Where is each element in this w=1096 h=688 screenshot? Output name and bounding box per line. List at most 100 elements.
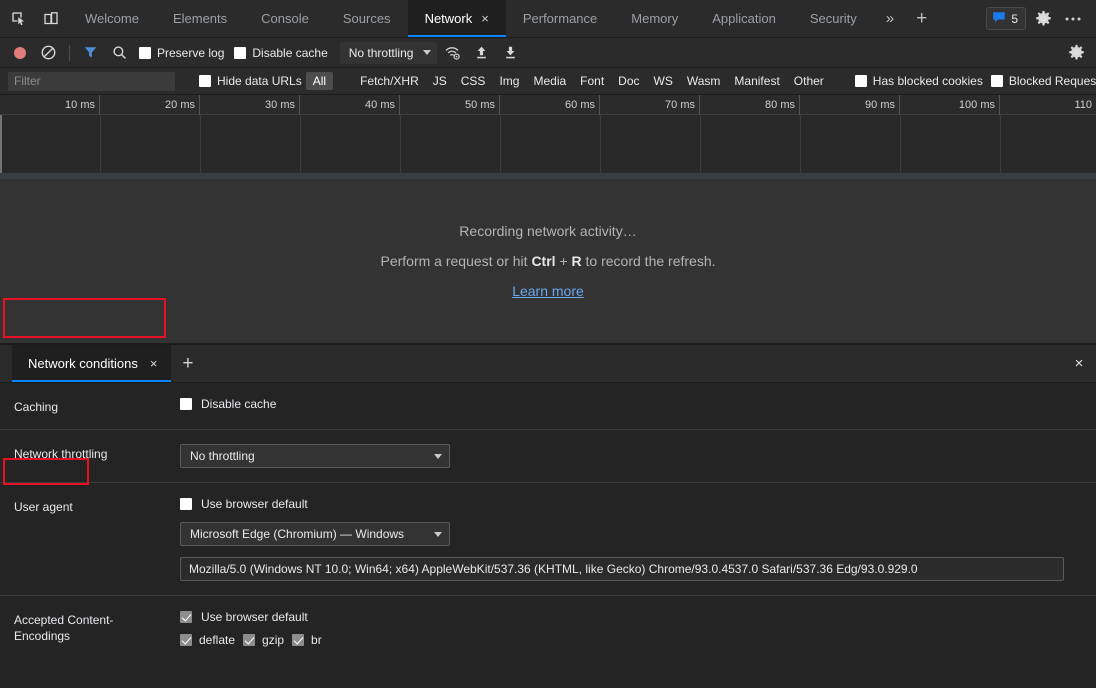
inspect-element-icon[interactable]: [6, 6, 32, 32]
network-toolbar: Preserve log Disable cache No throttling: [0, 38, 1096, 68]
disable-cache-label: Disable cache: [252, 46, 327, 60]
tab-network[interactable]: Network ×: [408, 0, 506, 37]
checkbox-box: [234, 47, 246, 59]
ruler-tick: 90 ms: [800, 95, 900, 115]
ruler-tick: 110: [1000, 95, 1096, 115]
caching-control: Disable cache: [180, 397, 1096, 415]
overview-left-handle[interactable]: [0, 115, 2, 173]
filter-type-doc[interactable]: Doc: [611, 72, 646, 90]
tab-performance[interactable]: Performance: [506, 0, 614, 37]
tab-elements[interactable]: Elements: [156, 0, 244, 37]
accepted-encodings-row: Accepted Content- Encodings Use browser …: [0, 596, 1096, 661]
learn-more-link[interactable]: Learn more: [512, 283, 584, 299]
more-options-icon[interactable]: [1060, 6, 1086, 32]
encodings-use-browser-default-checkbox[interactable]: Use browser default: [180, 610, 1096, 624]
disable-cache-checkbox[interactable]: Disable cache: [180, 397, 1096, 411]
filter-type-font[interactable]: Font: [573, 72, 611, 90]
tab-label: Performance: [523, 11, 597, 26]
user-agent-preset-select[interactable]: Microsoft Edge (Chromium) — Windows: [180, 522, 450, 546]
encoding-gzip-label: gzip: [262, 633, 284, 647]
toolbar-left-icons: [0, 0, 68, 37]
grid-line: [900, 115, 901, 173]
disable-cache-checkbox[interactable]: Disable cache: [230, 46, 331, 60]
clear-button[interactable]: [35, 40, 62, 66]
filter-type-css[interactable]: CSS: [454, 72, 493, 90]
console-messages-badge[interactable]: 5: [986, 7, 1026, 30]
use-browser-default-checkbox[interactable]: Use browser default: [180, 497, 1096, 511]
message-count: 5: [1011, 12, 1018, 26]
filter-type-manifest[interactable]: Manifest: [727, 72, 786, 90]
grid-line: [200, 115, 201, 173]
filter-type-media[interactable]: Media: [526, 72, 573, 90]
export-har-icon[interactable]: [497, 40, 524, 66]
encoding-br-checkbox[interactable]: br: [292, 633, 322, 647]
caching-row: Caching Disable cache: [0, 383, 1096, 430]
blocked-requests-checkbox[interactable]: Blocked Requests: [987, 74, 1096, 88]
filter-type-all[interactable]: All: [306, 72, 333, 90]
drawer-tab-bar: Network conditions × + ×: [0, 345, 1096, 383]
filter-type-img[interactable]: Img: [492, 72, 526, 90]
filter-input[interactable]: [8, 72, 175, 91]
instruction-message: Perform a request or hit Ctrl + R to rec…: [380, 253, 715, 269]
tab-welcome[interactable]: Welcome: [68, 0, 156, 37]
tab-application[interactable]: Application: [695, 0, 793, 37]
toolbar-divider: [69, 45, 70, 61]
close-icon[interactable]: ×: [150, 357, 158, 370]
tab-memory[interactable]: Memory: [614, 0, 695, 37]
grid-line: [500, 115, 501, 173]
preserve-log-checkbox[interactable]: Preserve log: [135, 46, 228, 60]
network-conditions-icon[interactable]: [439, 40, 466, 66]
filter-bar: Hide data URLs All Fetch/XHR JS CSS Img …: [0, 68, 1096, 95]
drawer-close-icon[interactable]: ×: [1062, 345, 1096, 382]
filter-icon[interactable]: [77, 40, 104, 66]
has-blocked-cookies-checkbox[interactable]: Has blocked cookies: [851, 74, 987, 88]
tab-list: Welcome Elements Console Sources Network…: [68, 0, 937, 37]
hide-data-urls-checkbox[interactable]: Hide data URLs: [195, 74, 306, 88]
tab-label: Memory: [631, 11, 678, 26]
checkbox-box: [292, 634, 304, 646]
overview-scrollbar[interactable]: [0, 173, 1096, 179]
throttling-dropdown[interactable]: No throttling: [340, 42, 438, 64]
tab-sources[interactable]: Sources: [326, 0, 408, 37]
close-icon[interactable]: ×: [481, 12, 489, 25]
overview-grid[interactable]: [0, 115, 1096, 173]
filter-type-other[interactable]: Other: [787, 72, 831, 90]
user-agent-string-input[interactable]: [180, 557, 1064, 581]
grid-line: [700, 115, 701, 173]
timeline-ruler: 10 ms 20 ms 30 ms 40 ms 50 ms 60 ms 70 m…: [0, 95, 1096, 115]
encoding-deflate-checkbox[interactable]: deflate: [180, 633, 235, 647]
tab-security[interactable]: Security: [793, 0, 874, 37]
filter-type-fetch-xhr[interactable]: Fetch/XHR: [353, 72, 426, 90]
checkbox-box: [855, 75, 867, 87]
accepted-encodings-control: Use browser default deflate gzip: [180, 610, 1096, 647]
chevron-down-icon: [423, 50, 431, 55]
device-toolbar-icon[interactable]: [38, 6, 64, 32]
add-tab-icon[interactable]: +: [906, 0, 937, 37]
network-conditions-panel: Caching Disable cache Network throttling…: [0, 383, 1096, 688]
filter-type-ws[interactable]: WS: [647, 72, 680, 90]
shortcut-key-ctrl: Ctrl: [531, 253, 555, 269]
network-settings-gear-icon[interactable]: [1063, 40, 1090, 66]
filter-type-js[interactable]: JS: [426, 72, 454, 90]
encoding-gzip-checkbox[interactable]: gzip: [243, 633, 284, 647]
ruler-tick: 30 ms: [200, 95, 300, 115]
drawer-tab-network-conditions[interactable]: Network conditions ×: [12, 345, 171, 382]
more-tabs-icon[interactable]: »: [874, 0, 906, 37]
drawer-add-tab-icon[interactable]: +: [171, 345, 204, 382]
caching-label: Caching: [14, 397, 180, 415]
tab-console[interactable]: Console: [244, 0, 326, 37]
checkbox-box: [180, 498, 192, 510]
checkbox-box: [180, 611, 192, 623]
accepted-encodings-label-line2: Encodings: [14, 628, 180, 644]
checkbox-box: [243, 634, 255, 646]
record-button[interactable]: [6, 40, 33, 66]
checkbox-box: [180, 398, 192, 410]
search-icon[interactable]: [106, 40, 133, 66]
import-har-icon[interactable]: [468, 40, 495, 66]
gear-icon[interactable]: [1030, 6, 1056, 32]
user-agent-row: User agent Use browser default Microsoft…: [0, 483, 1096, 596]
ruler-tick: 70 ms: [600, 95, 700, 115]
network-throttling-row: Network throttling No throttling: [0, 430, 1096, 483]
network-throttling-select[interactable]: No throttling: [180, 444, 450, 468]
filter-type-wasm[interactable]: Wasm: [680, 72, 728, 90]
